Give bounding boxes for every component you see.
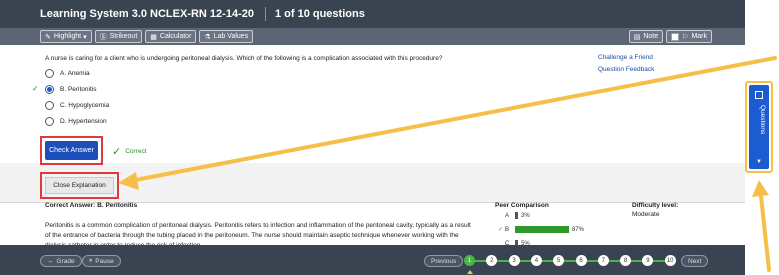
app-window: Learning System 3.0 NCLEX-RN 12-14-20 1 …	[0, 0, 779, 275]
calculator-button[interactable]: ▦ Calculator	[145, 30, 197, 43]
result-text: Correct	[125, 148, 147, 155]
radio-option-c[interactable]	[45, 101, 54, 110]
answer-option-c[interactable]: C. Hypoglycemia	[45, 101, 109, 110]
mark-checkbox[interactable]	[671, 32, 680, 41]
selected-correct-check-icon: ✓	[32, 84, 39, 93]
peer-correct-check-icon: ✓	[498, 227, 504, 233]
highlight-label: Highlight	[53, 33, 82, 40]
calculator-icon: ▦	[150, 33, 157, 41]
flask-icon: ⚗	[204, 33, 211, 41]
peer-comparison-title: Peer Comparison	[495, 202, 549, 209]
close-explanation-button[interactable]: Close Explanation	[45, 177, 114, 194]
peer-bar-a	[515, 212, 518, 219]
question-feedback-link[interactable]: Question Feedback	[598, 64, 654, 76]
title-separator	[264, 7, 266, 21]
caret-down-icon: ▼	[756, 159, 762, 165]
page-dot-1[interactable]: 1	[464, 255, 475, 266]
peer-label-a: A	[505, 212, 510, 219]
question-links: Challenge a Friend Question Feedback	[598, 52, 654, 76]
mark-label: Mark	[691, 33, 707, 40]
lab-values-button[interactable]: ⚗ Lab Values	[199, 30, 254, 43]
page-dot-6[interactable]: 6	[575, 255, 587, 266]
course-title: Learning System 3.0 NCLEX-RN 12-14-20	[40, 8, 254, 20]
toolbar-right-group: ▤ Note ⚐ Mark	[628, 30, 715, 43]
current-page-marker	[467, 270, 473, 274]
page-dot-9[interactable]: 9	[642, 255, 654, 266]
radio-option-a[interactable]	[45, 69, 54, 78]
questions-panel-toggle[interactable]: Questions ▼	[749, 85, 769, 169]
calculator-label: Calculator	[159, 33, 192, 40]
chevron-down-icon: ▾	[83, 33, 87, 41]
result-indicator: ✓ Correct	[112, 145, 147, 158]
question-content: A nurse is caring for a client who is un…	[0, 45, 745, 249]
checkmark-icon: ✓	[112, 146, 122, 158]
correct-answer-heading: Correct Answer: B. Peritonitis	[45, 202, 138, 209]
option-d-label: D. Hypertension	[60, 118, 107, 125]
option-c-label: C. Hypoglycemia	[60, 102, 110, 109]
answer-option-a[interactable]: A. Anemia	[45, 69, 90, 78]
page-dot-2[interactable]: 2	[486, 255, 498, 266]
mark-button[interactable]: ⚐ Mark	[666, 30, 712, 43]
question-stem: A nurse is caring for a client who is un…	[45, 55, 443, 62]
page-dot-3[interactable]: 3	[508, 255, 520, 266]
note-label: Note	[643, 33, 659, 40]
difficulty-title: Difficulty level:	[632, 202, 679, 209]
previous-button[interactable]: Previous	[424, 255, 464, 267]
toolbar: ✎ Highlight ▾ Ⓢ Strikeout ▦ Calculator ⚗…	[0, 28, 745, 45]
pause-icon: ⏸	[89, 257, 93, 264]
difficulty-value: Moderate	[632, 211, 660, 218]
answer-option-b[interactable]: B. Peritonitis	[45, 85, 97, 94]
option-b-label: B. Peritonitis	[60, 86, 97, 93]
peer-row-b: ✓ B 87%	[498, 226, 584, 233]
grid-icon	[755, 91, 763, 99]
page-dot-4[interactable]: 4	[530, 255, 542, 266]
check-answer-button[interactable]: Check Answer	[45, 141, 98, 160]
radio-option-b[interactable]	[45, 85, 54, 94]
option-a-label: A. Anemia	[60, 70, 90, 77]
lab-values-label: Lab Values	[213, 33, 249, 40]
peer-bar-b	[515, 226, 569, 233]
page-dot-5[interactable]: 5	[553, 255, 565, 266]
check-answer-highlight: Check Answer	[40, 136, 103, 165]
note-button[interactable]: ▤ Note	[628, 30, 664, 43]
questions-panel-label: Questions	[759, 105, 766, 135]
pause-label: Pause	[95, 257, 114, 265]
next-label: Next	[688, 257, 702, 265]
radio-option-d[interactable]	[45, 117, 54, 126]
title-bar: Learning System 3.0 NCLEX-RN 12-14-20 1 …	[0, 0, 745, 28]
strikeout-button[interactable]: Ⓢ Strikeout	[94, 30, 143, 43]
strikeout-icon: Ⓢ	[99, 33, 107, 41]
peer-row-a: A 3%	[505, 212, 530, 219]
grade-icon: ⇔	[47, 257, 54, 265]
grade-button[interactable]: ⇔ Grade	[40, 255, 82, 267]
question-counter: 1 of 10 questions	[274, 8, 365, 20]
note-icon: ▤	[633, 33, 641, 41]
highlighter-icon: ✎	[45, 33, 51, 41]
page-dot-10[interactable]: 10	[664, 255, 676, 266]
bottom-navigation-bar: ⇔ Grade ⏸ Pause Previous 1 2 3 4 5 6 7 8 9 10 Nex…	[0, 245, 745, 275]
strikeout-label: Strikeout	[109, 33, 138, 40]
next-button[interactable]: Next	[681, 255, 709, 267]
grade-label: Grade	[56, 257, 75, 265]
answer-option-d[interactable]: D. Hypertension	[45, 117, 107, 126]
page-dot-8[interactable]: 8	[620, 255, 632, 266]
peer-pct-a: 3%	[521, 212, 530, 219]
previous-label: Previous	[431, 257, 457, 265]
peer-label-b: B	[505, 226, 510, 233]
peer-pct-b: 87%	[571, 226, 584, 233]
pause-button[interactable]: ⏸ Pause	[82, 255, 121, 267]
flag-icon: ⚐	[682, 33, 689, 41]
questions-panel-highlight: Questions ▼	[745, 81, 773, 173]
highlight-button[interactable]: ✎ Highlight ▾	[40, 30, 92, 43]
page-dot-7[interactable]: 7	[597, 255, 609, 266]
challenge-friend-link[interactable]: Challenge a Friend	[598, 52, 654, 64]
close-explanation-highlight: Close Explanation	[40, 172, 119, 199]
